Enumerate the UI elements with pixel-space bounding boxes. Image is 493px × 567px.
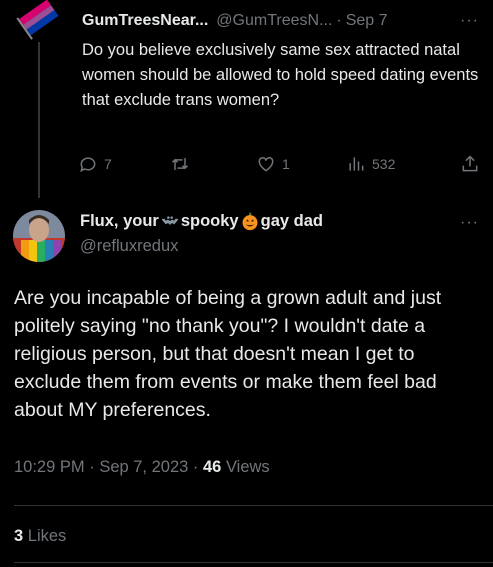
parent-tweet-text: Do you believe exclusively same sex attr… [82, 41, 479, 109]
separator-dot: · [192, 458, 203, 476]
display-name-part: gay dad [260, 211, 323, 230]
like-total: 3 [14, 527, 24, 545]
retweet-button[interactable] [170, 154, 196, 174]
divider [14, 562, 493, 563]
likes-label: Likes [27, 527, 67, 545]
main-handle[interactable]: @refluxredux [80, 237, 178, 256]
divider [14, 505, 493, 506]
separator-dot: · [336, 12, 342, 29]
tweet-date[interactable]: Sep 7, 2023 [99, 458, 188, 476]
main-avatar[interactable] [13, 210, 65, 262]
reply-button[interactable]: 7 [78, 154, 112, 174]
parent-handle[interactable]: @GumTreesN... [216, 12, 332, 30]
like-count: 1 [282, 156, 290, 172]
retweet-icon [171, 158, 189, 170]
parent-header: GumTreesNear... @GumTreesN... · Sep 7 [82, 12, 479, 30]
reply-count: 7 [104, 156, 112, 172]
main-tweet-text: Are you incapable of being a grown adult… [14, 287, 442, 421]
like-button[interactable]: 1 [256, 154, 290, 174]
likes-summary[interactable]: 3 Likes [14, 527, 66, 546]
separator-dot: · [89, 458, 100, 476]
reply-icon [80, 157, 96, 173]
more-icon[interactable]: ··· [460, 12, 479, 30]
more-icon[interactable]: ··· [460, 214, 479, 232]
views-icon [349, 157, 364, 171]
pumpkin-emoji [242, 212, 258, 231]
display-name-part: Flux, your [80, 211, 159, 230]
parent-action-bar: 7 1 532 [78, 154, 482, 178]
tweet-time[interactable]: 10:29 PM [14, 458, 85, 476]
share-icon [462, 155, 478, 172]
thread-line [38, 42, 40, 198]
tweet-meta: 10:29 PM · Sep 7, 2023 · 46 Views [14, 458, 270, 477]
main-display-name[interactable]: Flux, your spooky gay dad [80, 211, 323, 231]
parent-date[interactable]: Sep 7 [346, 12, 388, 30]
share-button[interactable] [460, 154, 480, 174]
parent-display-name[interactable]: GumTreesNear... [82, 12, 208, 30]
bat-emoji [161, 216, 179, 226]
view-count: 46 [203, 458, 222, 476]
display-name-part: spooky [180, 211, 239, 230]
views-count: 532 [372, 156, 396, 172]
like-icon [258, 156, 274, 172]
views-button[interactable]: 532 [346, 154, 395, 174]
views-label: Views [225, 458, 270, 476]
parent-avatar[interactable] [14, 0, 62, 42]
